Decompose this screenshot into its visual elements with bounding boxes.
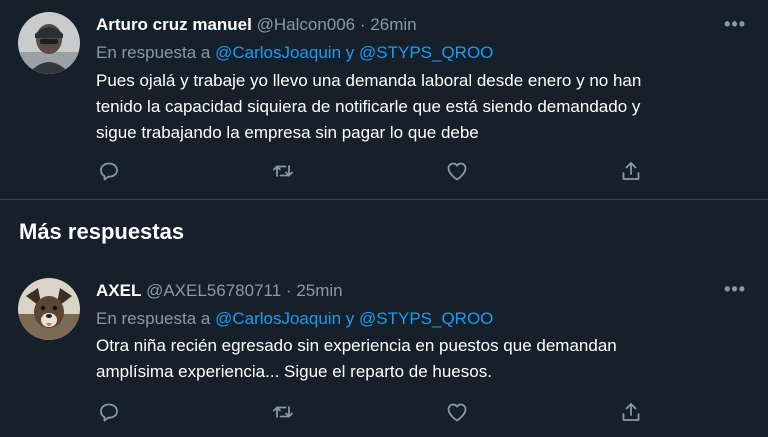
- section-title: Más respuestas: [19, 219, 185, 244]
- reply-icon[interactable]: [97, 400, 121, 424]
- timestamp[interactable]: 25min: [296, 281, 342, 300]
- tweet-text-line: tenido la capacidad siquiera de notifica…: [96, 97, 641, 116]
- reply-context: En respuesta a @CarlosJoaquin y @STYPS_Q…: [96, 308, 493, 330]
- reply-prefix: En respuesta a: [96, 309, 211, 328]
- tweet-text-line: sigue trabajando la empresa sin pagar lo…: [96, 123, 479, 142]
- user-handle[interactable]: @AXEL56780711: [146, 281, 281, 300]
- reply-joiner: y: [345, 43, 355, 62]
- divider: [0, 199, 768, 200]
- mention-link[interactable]: @CarlosJoaquin: [215, 43, 341, 62]
- reply-prefix: En respuesta a: [96, 43, 211, 62]
- tweet-text-line: amplísima experiencia... Sigue el repart…: [96, 362, 492, 381]
- share-icon[interactable]: [619, 400, 643, 424]
- avatar[interactable]: [18, 278, 80, 340]
- user-handle[interactable]: @Halcon006: [257, 15, 356, 34]
- reply-context: En respuesta a @CarlosJoaquin y @STYPS_Q…: [96, 42, 493, 64]
- tweet-card[interactable]: Arturo cruz manuel @Halcon006 · 26min ••…: [0, 0, 768, 199]
- tweet-card[interactable]: AXEL @AXEL56780711 · 25min ••• En respue…: [0, 265, 768, 437]
- separator-dot: ·: [359, 15, 366, 34]
- reply-icon[interactable]: [97, 159, 121, 183]
- share-icon[interactable]: [619, 159, 643, 183]
- user-name[interactable]: Arturo cruz manuel: [96, 15, 252, 34]
- tweet-header: Arturo cruz manuel @Halcon006 · 26min: [96, 14, 417, 36]
- user-name[interactable]: AXEL: [96, 281, 141, 300]
- tweet-text-line: Otra niña recién egresado sin experienci…: [96, 336, 617, 355]
- retweet-icon[interactable]: [271, 400, 295, 424]
- mention-link[interactable]: @STYPS_QROO: [359, 309, 493, 328]
- tweet-actions: [0, 400, 768, 424]
- tweet-header: AXEL @AXEL56780711 · 25min: [96, 280, 343, 302]
- avatar[interactable]: [18, 12, 80, 74]
- separator-dot: ·: [285, 281, 292, 300]
- tweet-text-line: Pues ojalá y trabaje yo llevo una demand…: [96, 71, 642, 90]
- reply-joiner: y: [345, 309, 355, 328]
- like-icon[interactable]: [445, 400, 469, 424]
- more-icon[interactable]: •••: [724, 280, 746, 298]
- mention-link[interactable]: @CarlosJoaquin: [215, 309, 341, 328]
- tweet-text: Pues ojalá y trabaje yo llevo una demand…: [96, 68, 736, 146]
- reply-thread: Arturo cruz manuel @Halcon006 · 26min ••…: [0, 0, 768, 437]
- more-icon[interactable]: •••: [724, 15, 746, 33]
- timestamp[interactable]: 26min: [370, 15, 416, 34]
- mention-link[interactable]: @STYPS_QROO: [359, 43, 493, 62]
- retweet-icon[interactable]: [271, 159, 295, 183]
- like-icon[interactable]: [445, 159, 469, 183]
- tweet-actions: [0, 159, 768, 183]
- tweet-text: Otra niña recién egresado sin experienci…: [96, 333, 736, 385]
